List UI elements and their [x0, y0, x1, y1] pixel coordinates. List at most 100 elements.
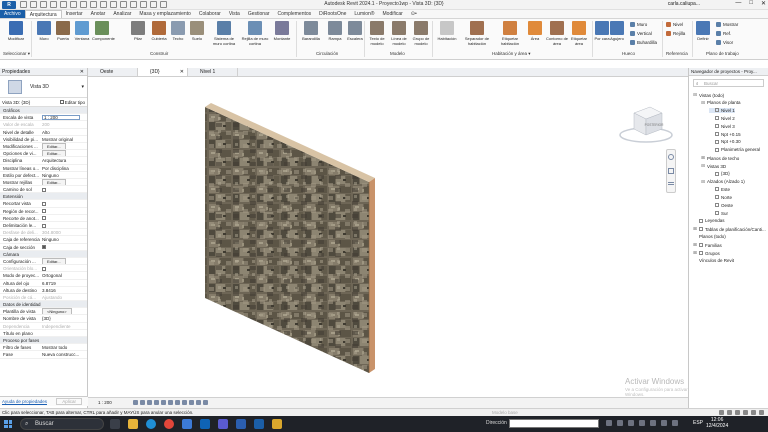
tray-chevron-icon[interactable]: [606, 420, 612, 426]
tab-vista[interactable]: Vista: [225, 10, 244, 18]
ribbon-sistema-de-muro-cortina-button[interactable]: Sistema de muro cortina: [210, 21, 238, 46]
language-indicator[interactable]: ESP: [693, 420, 703, 426]
ribbon-por-cara-button[interactable]: Por cara: [594, 21, 610, 41]
property-row[interactable]: Altura del ojo 6.8719: [0, 280, 87, 287]
revit-taskbar-icon[interactable]: [254, 419, 264, 429]
edit-type-button[interactable]: Editar tipo: [59, 98, 85, 107]
browser-node[interactable]: Planimetría general: [709, 147, 760, 152]
tab-anotar[interactable]: Anotar: [87, 10, 110, 18]
ribbon-techo-button[interactable]: Techo: [168, 21, 188, 41]
navigation-bar[interactable]: [666, 149, 676, 193]
view-tab-nivel-1[interactable]: Nivel 1: [188, 68, 238, 76]
visual-style-icon[interactable]: [140, 400, 145, 405]
chrome-icon[interactable]: [164, 419, 174, 429]
select-links-icon[interactable]: [719, 410, 724, 415]
tab-complementos[interactable]: Complementos: [274, 10, 316, 18]
reveal-hidden-icon[interactable]: [196, 400, 201, 405]
browser-node[interactable]: ⊞ Familias: [693, 242, 722, 248]
property-edit-button[interactable]: Editar...: [42, 150, 66, 157]
browser-node[interactable]: Oeste: [709, 203, 733, 208]
property-row[interactable]: Configuración ... Editar...: [0, 257, 87, 266]
instance-selector[interactable]: Vista 3D: {3D} Editar tipo: [0, 98, 87, 107]
ribbon-grupo-de-modelo-button[interactable]: Grupo de modelo: [410, 21, 432, 46]
browser-node[interactable]: Norte: [709, 195, 732, 200]
browser-node[interactable]: ⊞ Grupos: [693, 250, 720, 256]
maximize-button[interactable]: □: [749, 0, 753, 7]
properties-help-link[interactable]: Ayuda de propiedades: [2, 399, 47, 404]
property-row[interactable]: Caja de referencia Ninguno: [0, 236, 87, 244]
folder-icon[interactable]: [272, 419, 282, 429]
property-row[interactable]: Filtro de fases Mostrar todo: [0, 344, 87, 352]
volume-icon[interactable]: [661, 420, 667, 426]
ribbon-linea-de-modelo-button[interactable]: Línea de modelo: [388, 21, 410, 46]
view-tab-3d[interactable]: {3D} ✕: [138, 68, 188, 76]
browser-node[interactable]: Vínculos de Revit: [693, 258, 734, 263]
word-icon[interactable]: [236, 419, 246, 429]
property-edit-button[interactable]: Editar...: [42, 257, 66, 265]
lock-view-icon[interactable]: [182, 400, 187, 405]
tree-toggle-icon[interactable]: ⊟: [701, 100, 705, 106]
type-selector[interactable]: Vista 3D ▾: [0, 76, 87, 98]
tree-toggle-icon[interactable]: ⊞: [693, 226, 697, 232]
browser-node[interactable]: ⊞ Tablas de planificación/Canti...: [693, 226, 766, 232]
property-row[interactable]: Opciones de vi... Editar...: [0, 150, 87, 158]
tab-archivo[interactable]: Archivo: [0, 10, 25, 18]
notification-icon[interactable]: [672, 420, 678, 426]
browser-node[interactable]: ⊟ Vistas (todo): [693, 92, 724, 98]
browser-node[interactable]: ⊟ Alzados (Alzado 1): [701, 179, 745, 185]
tree-toggle-icon[interactable]: ⊞: [693, 250, 697, 256]
property-row[interactable]: Mostrar rejillas Editar...: [0, 178, 87, 187]
opening-vertical-button[interactable]: Vertical: [630, 31, 652, 36]
browser-node[interactable]: Este: [709, 187, 730, 192]
task-view-icon[interactable]: [110, 419, 120, 429]
network-icon[interactable]: [617, 420, 623, 426]
tab-lumion[interactable]: Lumion®: [350, 10, 378, 18]
ribbon-contorno-de-area-button[interactable]: Contorno de área: [546, 21, 568, 46]
browser-node[interactable]: Leyendas: [693, 218, 725, 223]
ribbon-ventana-button[interactable]: Ventana: [72, 21, 92, 41]
browser-node[interactable]: ⊟ Vistas 3D: [701, 163, 726, 169]
property-edit-button[interactable]: Editar...: [42, 142, 66, 150]
cloud-icon[interactable]: [628, 420, 634, 426]
view-scale-input[interactable]: 1 : 200: [42, 114, 80, 121]
browser-node[interactable]: Planos (todo): [693, 234, 726, 239]
opening-buhardilla-button[interactable]: Buhardilla: [630, 40, 657, 45]
workplane-ref-button[interactable]: Ref.: [716, 31, 731, 36]
tree-toggle-icon[interactable]: ⊟: [693, 92, 697, 98]
shadows-icon[interactable]: [154, 400, 159, 405]
ribbon-muro-button[interactable]: Muro: [34, 21, 54, 41]
wall-3d-model[interactable]: [88, 77, 688, 397]
tab-colaborar[interactable]: Colaborar: [195, 10, 225, 18]
ribbon-texto-de-modelo-button[interactable]: Texto de modelo: [366, 21, 388, 46]
property-row[interactable]: Disciplina Arquitectura: [0, 157, 87, 165]
crop-region-icon[interactable]: [175, 400, 180, 405]
drag-elements-icon[interactable]: [751, 410, 756, 415]
tab-modificar[interactable]: Modificar: [379, 10, 407, 18]
ribbon-barandilla-button[interactable]: Barandilla: [300, 21, 322, 41]
datum-nivel-button[interactable]: Nivel: [666, 22, 683, 27]
property-row[interactable]: Nivel de detalle Alto: [0, 129, 87, 136]
sun-path-icon[interactable]: [147, 400, 152, 405]
property-edit-button[interactable]: Editar...: [42, 178, 66, 186]
worksharing-icon[interactable]: [203, 400, 208, 405]
property-row[interactable]: Región de recor...: [0, 208, 87, 215]
ribbon-escalera-button[interactable]: Escalera: [344, 21, 366, 41]
property-checkbox[interactable]: [42, 201, 46, 206]
ribbon-puerta-button[interactable]: Puerta: [53, 21, 73, 41]
view-tab-oeste[interactable]: Oeste: [88, 68, 138, 76]
property-row[interactable]: Escala de vista 1 : 200: [0, 114, 87, 122]
render-icon[interactable]: [161, 400, 166, 405]
taskbar-clock[interactable]: 12:06 12/4/2024: [706, 417, 728, 429]
filter-icon[interactable]: [759, 410, 764, 415]
tab-more[interactable]: ⊙•: [407, 10, 421, 18]
tab-arquitectura[interactable]: Arquitectura: [24, 10, 62, 18]
tree-toggle-icon[interactable]: ⊟: [701, 179, 705, 185]
close-button[interactable]: ✕: [761, 0, 766, 7]
property-checkbox[interactable]: [42, 223, 46, 228]
view-scale[interactable]: 1 : 200: [98, 400, 112, 405]
property-row[interactable]: Plantilla de vista <Ninguno>: [0, 308, 87, 316]
drawing-canvas[interactable]: POSTERIOR Activar Windows Ve a Configura…: [88, 77, 688, 397]
apply-button[interactable]: Aplicar: [56, 398, 82, 405]
browser-node[interactable]: {3D}: [709, 171, 730, 176]
ribbon-suelo-button[interactable]: Suelo: [187, 21, 207, 41]
